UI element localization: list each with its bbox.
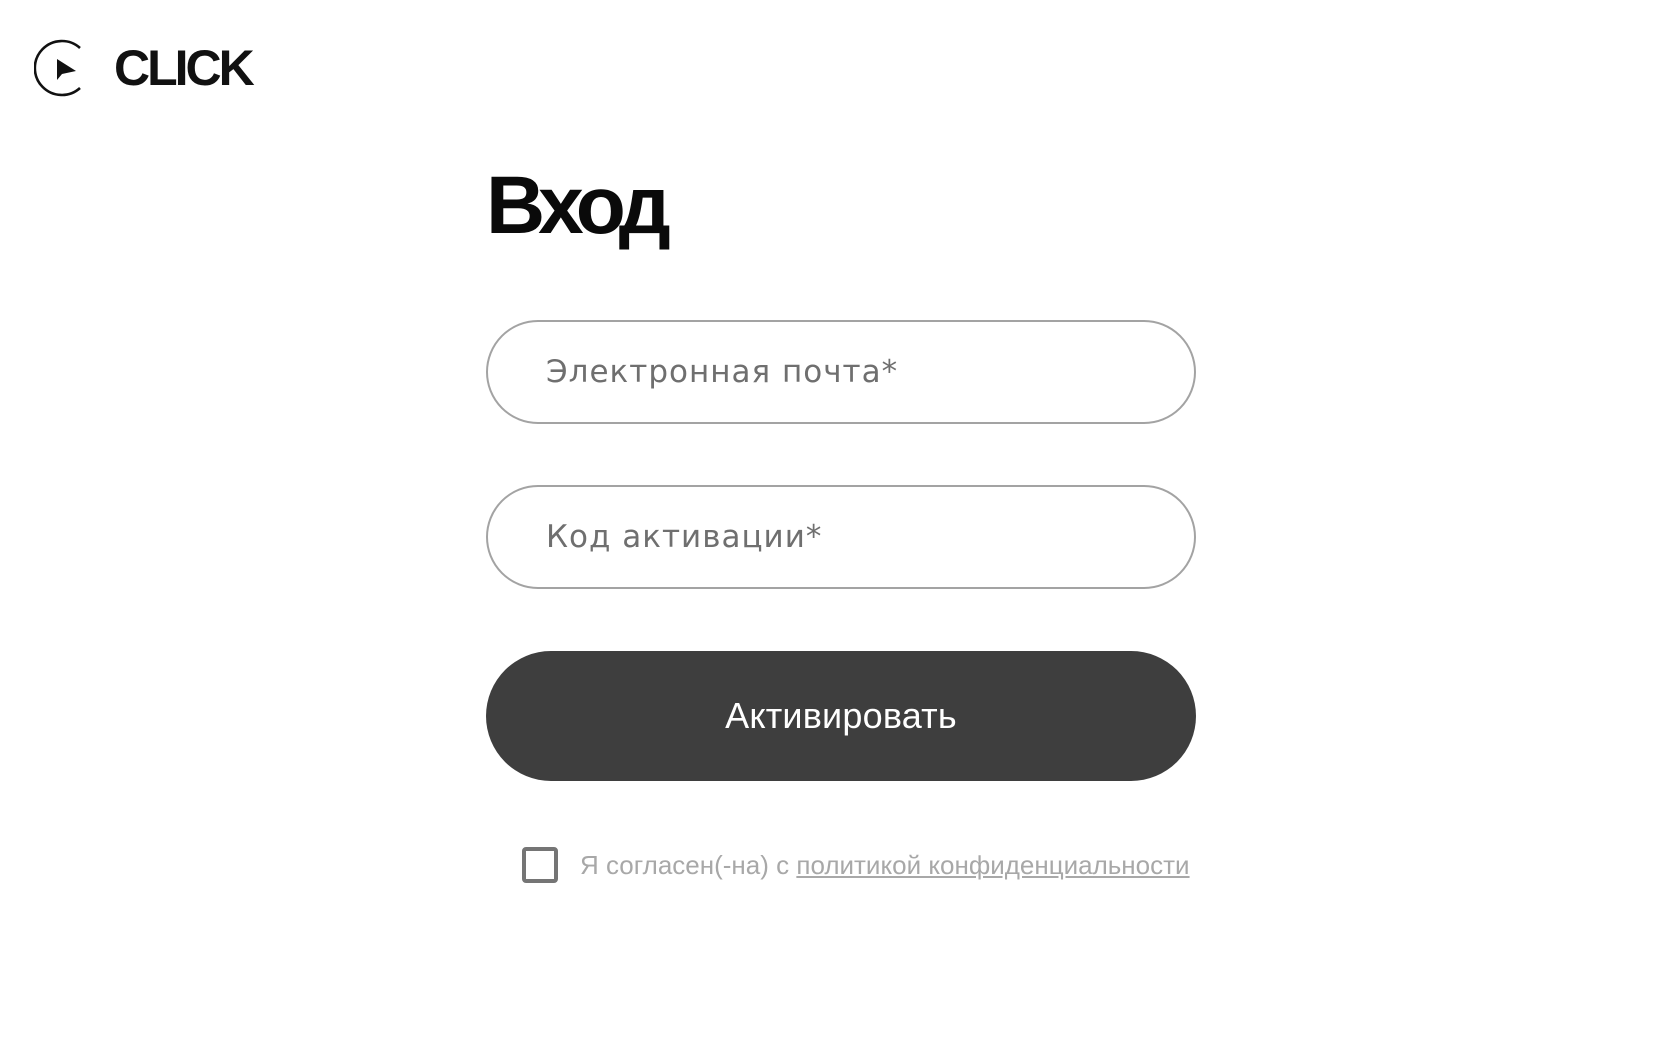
brand-name: CLICK — [114, 40, 255, 96]
consent-label: Я согласен(-на) с политикой конфиденциал… — [580, 850, 1190, 881]
page-title: Вход — [486, 160, 671, 251]
activate-button[interactable]: Активировать — [486, 651, 1196, 781]
activation-code-input[interactable] — [486, 485, 1196, 589]
privacy-consent: Я согласен(-на) с политикой конфиденциал… — [522, 847, 1196, 883]
brand-logo[interactable]: CLICK — [34, 38, 255, 98]
consent-checkbox[interactable] — [522, 847, 558, 883]
login-page: CLICK Вход Активировать Я согласен(-на) … — [0, 0, 1674, 1062]
play-circle-icon — [34, 39, 81, 97]
consent-prefix: Я согласен(-на) с — [580, 849, 797, 880]
login-form: Вход Активировать Я согласен(-на) с поли… — [486, 165, 1196, 883]
privacy-policy-link[interactable]: политикой конфиденциальности — [796, 850, 1189, 880]
email-input[interactable] — [486, 320, 1196, 424]
